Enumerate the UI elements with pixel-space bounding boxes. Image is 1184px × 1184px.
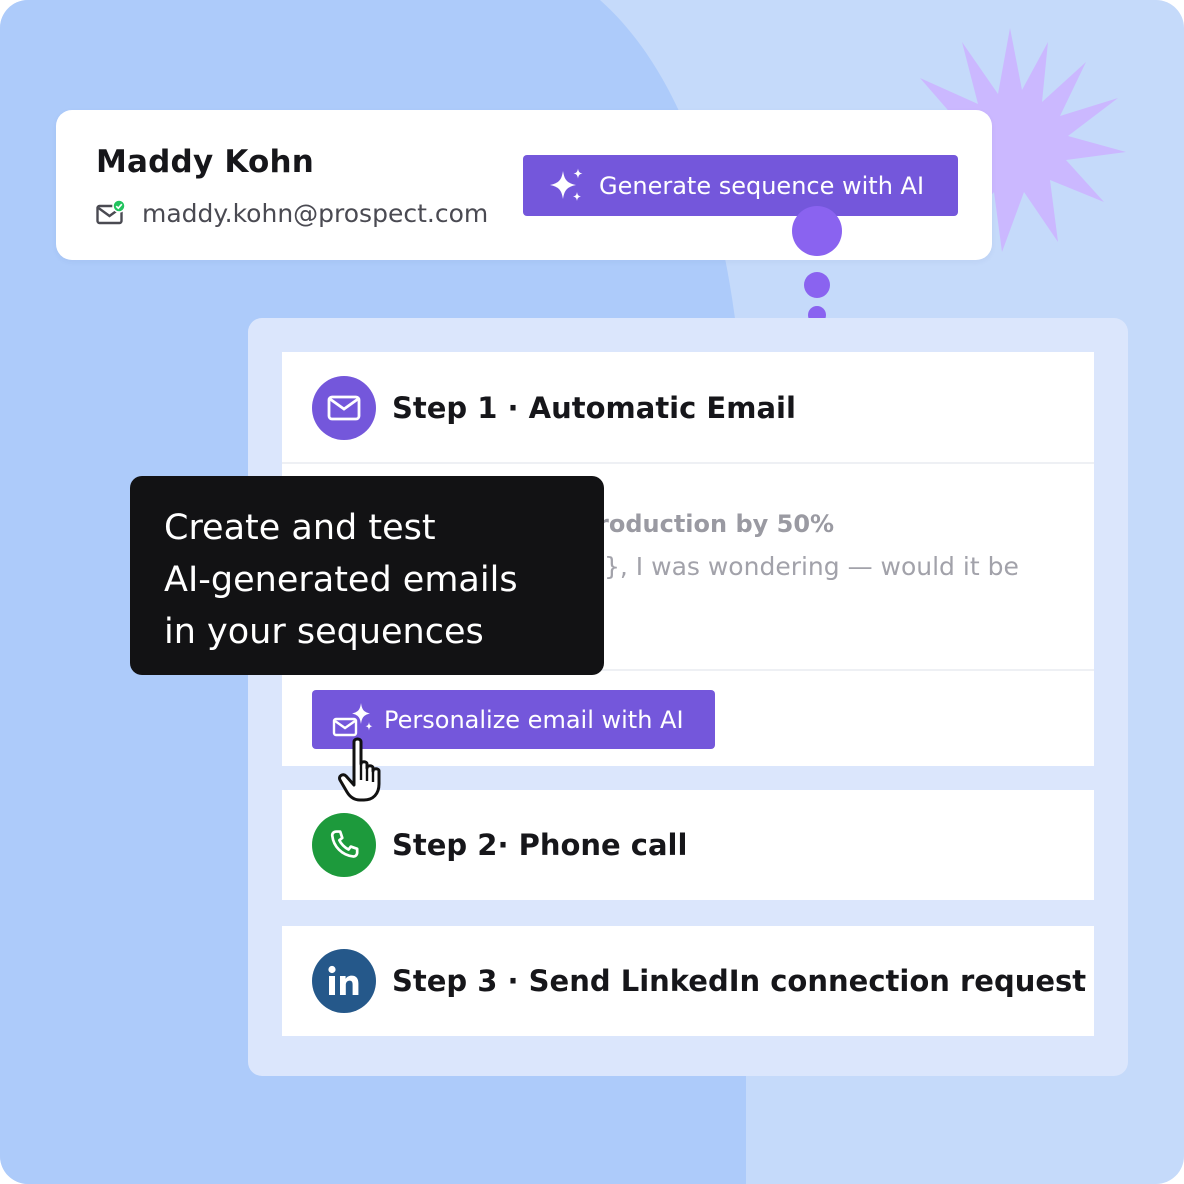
tooltip-line: Create and test — [164, 508, 436, 548]
phone-icon — [312, 813, 376, 877]
step-title: Step 1 · Automatic Email — [392, 391, 796, 425]
step-header: Step 2· Phone call — [312, 813, 687, 877]
sparkle-icon — [547, 167, 585, 205]
linkedin-icon — [312, 949, 376, 1013]
hand-cursor-icon — [338, 737, 381, 802]
feature-tooltip: Create and test AI-generated emails in y… — [130, 476, 604, 675]
contact-card: Maddy Kohn maddy.kohn@prospect.com Gener… — [56, 110, 992, 260]
step-card-linkedin[interactable]: Step 3 · Send LinkedIn connection reques… — [282, 926, 1094, 1036]
email-body-preview: }, I was wondering — would it be — [604, 552, 1019, 581]
contact-name: Maddy Kohn — [96, 144, 315, 180]
step-card-phone[interactable]: Step 2· Phone call — [282, 790, 1094, 900]
tooltip-line: in your sequences — [164, 612, 484, 652]
personalize-email-label: Personalize email with AI — [384, 705, 684, 734]
connector-dot-medium — [804, 272, 830, 298]
mail-icon — [312, 376, 376, 440]
step-header: Step 1 · Automatic Email — [312, 376, 796, 440]
generate-sequence-button[interactable]: Generate sequence with AI — [523, 155, 958, 216]
email-subject: roduction by 50% — [597, 510, 835, 538]
contact-email: maddy.kohn@prospect.com — [142, 198, 489, 228]
tooltip-line: AI-generated emails — [164, 560, 518, 600]
connector-dot-large — [792, 206, 842, 256]
canvas: Maddy Kohn maddy.kohn@prospect.com Gener… — [0, 0, 1184, 1184]
divider — [282, 462, 1094, 464]
generate-sequence-label: Generate sequence with AI — [599, 171, 925, 200]
step-title: Step 2· Phone call — [392, 828, 688, 862]
verified-mail-icon — [96, 199, 126, 226]
contact-email-row: maddy.kohn@prospect.com — [96, 198, 488, 228]
step-header: Step 3 · Send LinkedIn connection reques… — [312, 949, 1086, 1013]
step-title: Step 3 · Send LinkedIn connection reques… — [392, 964, 1087, 998]
